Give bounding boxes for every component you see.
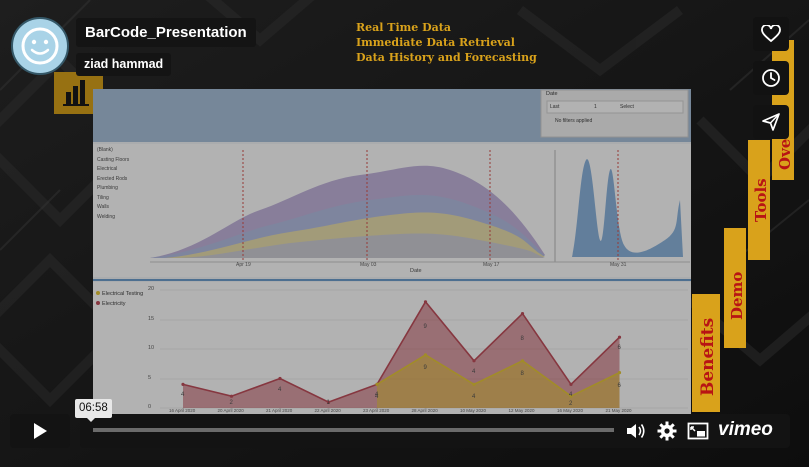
video-title[interactable]: BarCode_Presentation <box>76 18 256 47</box>
legend-item: (Blank) <box>97 147 113 153</box>
legend-item: Plumbing <box>97 185 118 191</box>
data-label: 4 <box>278 386 282 393</box>
filter-count: 1 <box>594 104 597 110</box>
x-tick-label: 21 April 2020 <box>266 408 293 413</box>
clock-icon <box>762 69 780 87</box>
data-label: 8 <box>520 335 524 342</box>
progress-bar[interactable] <box>93 428 614 432</box>
data-label: 4 <box>375 394 379 401</box>
data-label: 2 <box>569 401 573 407</box>
picture-in-picture-button[interactable] <box>687 420 709 442</box>
smiley-face-icon <box>21 27 59 65</box>
gear-icon <box>657 421 677 441</box>
data-point <box>423 300 428 304</box>
data-point <box>617 371 622 375</box>
tab-benefits: Benefits <box>692 294 720 412</box>
filter-status: No filters applied <box>555 118 593 124</box>
data-label: 6 <box>617 382 621 389</box>
filter-title: Date <box>546 91 558 97</box>
data-label: 4 <box>472 368 476 375</box>
author-avatar[interactable] <box>11 17 69 75</box>
data-label: 8 <box>520 370 524 377</box>
legend-item: Walls <box>97 204 110 210</box>
data-point <box>617 335 622 339</box>
legend-item: Tiling <box>97 194 109 201</box>
legend-item-testing: Electrical Testing <box>96 289 143 299</box>
data-point <box>472 382 476 386</box>
author-name[interactable]: ziad hammad <box>76 53 172 76</box>
data-point <box>181 382 185 386</box>
y-tick-label: 0 <box>148 404 152 410</box>
data-point <box>520 359 525 363</box>
x-tick-label: 10 May 2020 <box>460 408 487 413</box>
tab-tools: Tools <box>748 140 770 260</box>
ribbon-legend: (Blank) Casting Floors Electrical Erecte… <box>97 146 129 222</box>
ribbon-axis-label: Apr 19 <box>236 262 251 268</box>
x-tick-label: 28 April 2020 <box>411 408 438 413</box>
data-point <box>520 312 525 316</box>
area-legend: Electrical Testing Electricity <box>96 289 143 309</box>
y-tick-label: 20 <box>148 286 155 292</box>
data-point <box>375 382 379 386</box>
y-tick-label: 5 <box>148 374 152 381</box>
headline-real-time: Real Time Data <box>356 21 451 34</box>
legend-item: Erected Rods <box>97 175 128 182</box>
legend-item-electricity: Electricity <box>96 299 143 309</box>
x-tick-label: 22 April 2020 <box>314 408 341 413</box>
x-tick-label: 20 April 2020 <box>217 408 244 413</box>
y-tick-label: 10 <box>148 345 155 351</box>
x-tick-label: 23 April 2020 <box>363 408 390 413</box>
play-icon <box>34 423 47 439</box>
share-button[interactable] <box>753 105 789 139</box>
picture-in-picture-icon <box>687 422 709 440</box>
data-point <box>278 376 282 381</box>
video-player[interactable]: (Blank) Casting Floors Electrical Erecte… <box>0 0 809 467</box>
volume-button[interactable] <box>625 420 647 442</box>
data-point <box>229 394 234 398</box>
send-icon <box>762 113 780 131</box>
watch-later-button[interactable] <box>753 61 789 95</box>
like-button[interactable] <box>753 17 789 51</box>
filter-unit: Select <box>620 104 634 110</box>
data-label: 9 <box>423 323 427 330</box>
ribbon-x-title: Date <box>410 268 422 274</box>
data-label: 9 <box>423 364 427 371</box>
data-label: 4 <box>472 394 476 401</box>
x-tick-label: 21 May 2020 <box>605 408 632 413</box>
x-tick-label: 12 May 2020 <box>508 408 535 413</box>
x-tick-label: 16 May 2020 <box>557 408 584 413</box>
data-label: 6 <box>617 345 621 352</box>
legend-item: Electrical <box>97 166 118 172</box>
tab-demo: Demo <box>724 228 746 348</box>
ribbon-axis-label: May 17 <box>483 262 500 268</box>
legend-item: Welding <box>97 213 115 220</box>
data-label: 1 <box>326 400 330 406</box>
heart-icon <box>761 25 781 43</box>
data-point <box>569 382 573 386</box>
vimeo-logo[interactable]: vimeo <box>718 418 773 442</box>
headline-retrieval: Immediate Data Retrieval <box>356 36 515 49</box>
filter-relative: Last <box>550 104 560 110</box>
settings-button[interactable] <box>656 420 678 442</box>
x-tick-label: 16 April 2020 <box>169 408 196 413</box>
headline-forecasting: Data History and Forecasting <box>356 51 537 64</box>
data-point <box>423 353 428 357</box>
ribbon-axis-label: May 03 <box>360 262 377 268</box>
play-button[interactable] <box>10 414 70 448</box>
data-label: 4 <box>569 392 573 399</box>
y-tick-label: 15 <box>148 315 155 322</box>
data-label: 2 <box>229 400 233 406</box>
volume-icon <box>627 424 645 438</box>
data-label: 4 <box>181 392 185 399</box>
legend-item: Casting Floors <box>97 156 130 163</box>
ribbon-axis-label: May 31 <box>610 262 627 268</box>
time-tooltip: 06:58 <box>75 399 112 422</box>
data-point <box>472 359 476 363</box>
